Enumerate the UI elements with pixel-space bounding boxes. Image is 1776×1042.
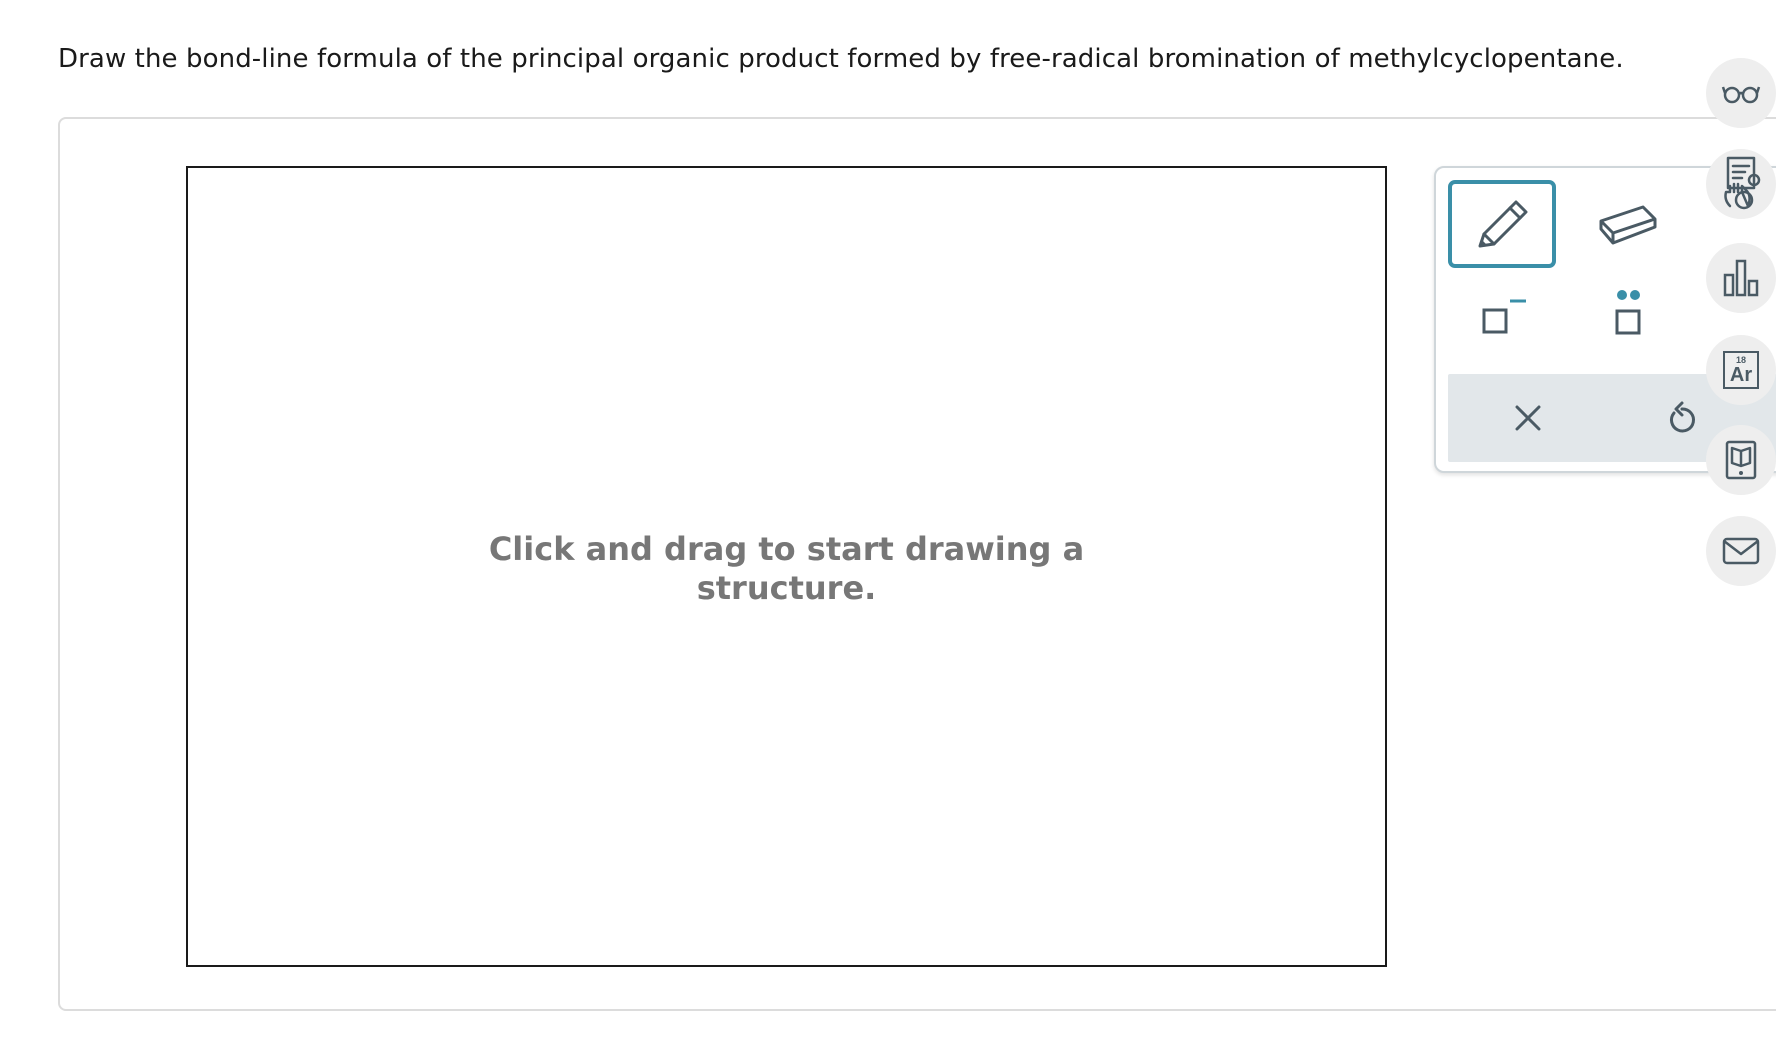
canvas-hint: Click and drag to start drawing a struct… [188, 530, 1385, 608]
charge-tool-button[interactable] [1448, 260, 1556, 370]
hint-button[interactable] [1706, 149, 1776, 219]
lone-pair-tool-button[interactable] [1574, 260, 1682, 370]
eraser-icon [1599, 205, 1657, 245]
periodic-table-button[interactable]: 18 Ar [1706, 335, 1776, 405]
drawing-canvas[interactable]: Click and drag to start drawing a struct… [186, 166, 1387, 967]
hint-icon [1724, 156, 1761, 210]
mail-icon [1722, 537, 1760, 565]
accessibility-button[interactable] [1706, 58, 1776, 128]
canvas-hint-line-1: Click and drag to start drawing a [488, 530, 1085, 568]
question-text: Draw the bond-line formula of the princi… [58, 44, 1624, 74]
element-symbol: Ar [1729, 363, 1753, 386]
periodic-table-icon: 18 Ar [1723, 351, 1759, 389]
clear-button[interactable] [1468, 374, 1588, 462]
close-icon [1515, 405, 1541, 431]
message-button[interactable] [1706, 516, 1776, 586]
bar-chart-icon [1723, 259, 1759, 297]
canvas-hint-line-2: structure. [696, 569, 877, 607]
glasses-icon [1721, 86, 1761, 104]
lone-pair-icon [1615, 290, 1641, 335]
eraser-tool-button[interactable] [1574, 180, 1682, 268]
stats-button[interactable] [1706, 243, 1776, 313]
charge-icon [1482, 299, 1526, 334]
undo-icon [1670, 401, 1695, 433]
textbook-button[interactable] [1706, 425, 1776, 495]
pencil-icon [1478, 200, 1528, 248]
book-icon [1725, 440, 1757, 480]
pencil-tool-button[interactable] [1448, 180, 1556, 268]
